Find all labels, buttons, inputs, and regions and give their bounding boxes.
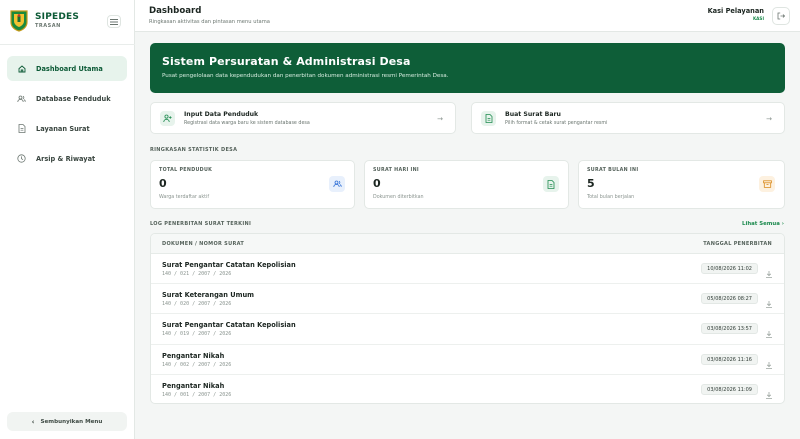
archive-icon — [759, 176, 775, 192]
see-all-link[interactable]: Lihat Semua › — [742, 221, 784, 227]
app: SIPEDES TRASAN Dashboard Utama Database … — [0, 0, 800, 439]
collapse-label: Sembunyikan Menu — [40, 418, 103, 425]
hero-subtitle: Pusat pengelolaan data kependudukan dan … — [162, 73, 449, 79]
column-header-date: TANGGAL PENERBITAN — [703, 241, 772, 247]
hero-title: Sistem Persuratan & Administrasi Desa — [162, 55, 411, 68]
letter-number: 140 / 020 / 2007 / 2026 — [162, 301, 232, 308]
stat-note: Total bulan berjalan — [587, 195, 635, 200]
action-subtitle: Registrasi data warga baru ke sistem dat… — [184, 121, 310, 126]
letter-number: 140 / 021 / 2007 / 2026 — [162, 271, 232, 277]
users-icon — [329, 176, 345, 192]
download-icon[interactable] — [765, 324, 773, 339]
chevron-right-icon: › — [781, 221, 784, 227]
page-title: Dashboard — [149, 6, 202, 16]
logout-button[interactable] — [772, 7, 790, 25]
page-subtitle: Ringkasan aktivitas dan pintasan menu ut… — [149, 19, 270, 25]
sidebar-item-dashboard[interactable]: Dashboard Utama — [7, 56, 127, 81]
top-header: Dashboard Ringkasan aktivitas dan pintas… — [135, 0, 800, 32]
issue-date-badge: 10/08/2026 11:02 — [701, 263, 758, 274]
sidebar-item-database-penduduk[interactable]: Database Penduduk — [7, 86, 127, 111]
stat-card-surat-hari-ini: SURAT HARI INI 0 Dokumen diterbitkan — [364, 160, 569, 209]
issue-date-badge: 03/08/2026 11:16 — [701, 353, 758, 365]
sidebar-nav: Dashboard Utama Database Penduduk Layana… — [7, 56, 127, 176]
file-text-icon — [481, 111, 496, 126]
download-icon[interactable] — [765, 264, 773, 278]
brand[interactable]: SIPEDES TRASAN — [10, 9, 79, 33]
sidebar-item-layanan-surat[interactable]: Layanan Surat — [7, 116, 127, 141]
user-name: Kasi Pelayanan — [707, 7, 764, 15]
home-icon — [17, 64, 26, 73]
letter-number: 140 / 001 / 2007 / 2026 — [162, 391, 232, 398]
clock-icon — [17, 154, 26, 163]
stat-card-total-penduduk: TOTAL PENDUDUK 0 Warga terdaftar aktif — [150, 160, 355, 209]
hamburger-menu-button[interactable] — [107, 15, 121, 28]
action-title: Input Data Penduduk — [184, 111, 259, 118]
table-header: DOKUMEN / NOMOR SURAT TANGGAL PENERBITAN — [151, 234, 784, 254]
input-data-penduduk-card[interactable]: Input Data Penduduk Registrasi data warg… — [150, 102, 456, 134]
village-emblem-logo — [10, 10, 28, 32]
action-subtitle: Pilih format & cetak surat pengantar res… — [505, 121, 608, 126]
letter-number: 140 / 019 / 2007 / 2026 — [162, 331, 232, 338]
logout-icon — [777, 12, 785, 20]
download-icon[interactable] — [765, 294, 773, 309]
table-row[interactable]: Surat Pengantar Catatan Kepolisian 140 /… — [151, 254, 784, 285]
buat-surat-baru-card[interactable]: Buat Surat Baru Pilih format & cetak sur… — [471, 102, 785, 134]
sidebar: SIPEDES TRASAN Dashboard Utama Database … — [0, 0, 135, 439]
hamburger-icon — [110, 18, 118, 25]
arrow-right-icon: → — [437, 115, 443, 123]
document-title: Pengantar Nikah — [162, 351, 225, 360]
stat-value: 0 — [159, 177, 167, 190]
document-title: Pengantar Nikah — [162, 381, 225, 390]
stat-value: 0 — [373, 177, 381, 190]
stat-note: Dokumen diterbitkan — [373, 195, 424, 200]
arrow-right-icon: → — [766, 115, 772, 123]
download-icon[interactable] — [765, 385, 773, 399]
see-all-label: Lihat Semua — [742, 221, 780, 227]
download-icon[interactable] — [765, 355, 773, 369]
issue-date-badge: 03/08/2026 13:57 — [701, 323, 758, 335]
document-title: Surat Pengantar Catatan Kepolisian — [162, 261, 296, 269]
stat-label: SURAT HARI INI — [373, 168, 419, 173]
collapse-sidebar-button[interactable]: ‹ Sembunyikan Menu — [7, 412, 127, 431]
sidebar-item-label: Layanan Surat — [36, 124, 90, 133]
stats-section-label: RINGKASAN STATISTIK DESA — [150, 147, 238, 153]
table-row[interactable]: Pengantar Nikah 140 / 001 / 2007 / 2026 … — [151, 375, 784, 403]
user-plus-icon — [160, 111, 175, 126]
hero-banner: Sistem Persuratan & Administrasi Desa Pu… — [150, 43, 785, 93]
brand-subtitle: TRASAN — [35, 23, 61, 29]
users-icon — [17, 94, 26, 103]
user-role: KASI — [752, 15, 764, 21]
issue-date-badge: 05/08/2026 08:27 — [701, 293, 758, 305]
document-title: Surat Pengantar Catatan Kepolisian — [162, 321, 296, 330]
document-icon — [17, 124, 26, 133]
stat-value: 5 — [587, 177, 595, 190]
stat-note: Warga terdaftar aktif — [159, 195, 210, 200]
log-section-label: LOG PENERBITAN SURAT TERKINI — [150, 221, 252, 227]
brand-name: SIPEDES — [35, 12, 80, 22]
action-title: Buat Surat Baru — [505, 111, 561, 118]
user-info: Kasi Pelayanan KASI — [708, 8, 764, 21]
file-text-icon — [543, 176, 559, 192]
stat-label: TOTAL PENDUDUK — [159, 168, 213, 173]
table-row[interactable]: Surat Pengantar Catatan Kepolisian 140 /… — [151, 314, 784, 345]
stat-card-surat-bulan-ini: SURAT BULAN INI 5 Total bulan berjalan — [578, 160, 785, 209]
letter-log-table: DOKUMEN / NOMOR SURAT TANGGAL PENERBITAN… — [150, 233, 785, 404]
sidebar-item-arsip-riwayat[interactable]: Arsip & Riwayat — [7, 146, 127, 171]
sidebar-item-label: Database Penduduk — [36, 94, 111, 103]
sidebar-divider — [0, 44, 135, 45]
chevron-left-icon: ‹ — [31, 417, 35, 426]
letter-number: 140 / 002 / 2007 / 2026 — [162, 361, 232, 368]
stat-label: SURAT BULAN INI — [587, 168, 639, 173]
sidebar-item-label: Dashboard Utama — [36, 64, 103, 73]
table-row[interactable]: Surat Keterangan Umum 140 / 020 / 2007 /… — [151, 284, 784, 315]
document-title: Surat Keterangan Umum — [162, 291, 255, 300]
sidebar-item-label: Arsip & Riwayat — [36, 154, 96, 163]
column-header-document: DOKUMEN / NOMOR SURAT — [162, 241, 245, 247]
issue-date-badge: 03/08/2026 11:09 — [701, 383, 758, 395]
table-row[interactable]: Pengantar Nikah 140 / 002 / 2007 / 2026 … — [151, 345, 784, 375]
